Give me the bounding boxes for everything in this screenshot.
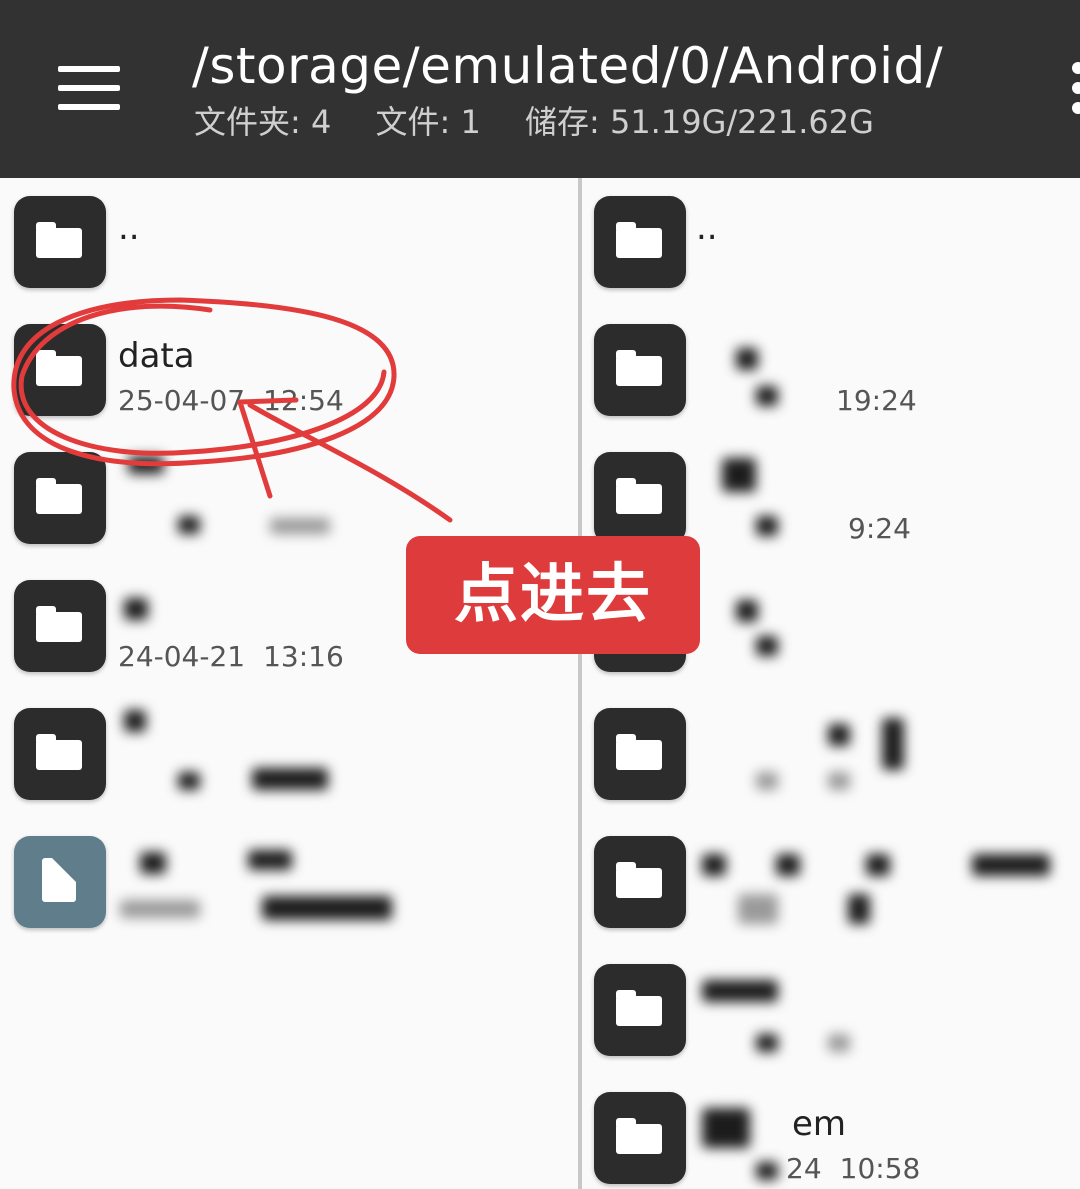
redacted-text <box>128 456 164 474</box>
file-count: 文件: 1 <box>375 103 481 141</box>
folder-icon <box>14 324 106 416</box>
item-time: 9:24 <box>848 512 911 545</box>
redacted-text <box>124 598 148 620</box>
left-file-pane[interactable]: .. data 25-04-07 12:54 24-04-21 13:16 <box>0 178 578 1189</box>
storage-usage: 储存: 51.19G/221.62G <box>525 103 874 141</box>
path-stats: 文件夹: 4 文件: 1 储存: 51.19G/221.62G <box>194 100 908 144</box>
list-item-parent-dir[interactable]: .. <box>582 178 1080 306</box>
redacted-text <box>722 458 756 492</box>
item-name: data <box>118 336 195 376</box>
list-item[interactable] <box>0 690 578 818</box>
folder-icon <box>14 708 106 800</box>
redacted-text <box>702 980 778 1002</box>
redacted-text <box>738 894 778 924</box>
right-file-pane[interactable]: .. 19:24 9:24 em 24 10:58 <box>582 178 1080 1189</box>
folder-icon <box>594 1092 686 1184</box>
folder-icon <box>594 836 686 928</box>
folder-count: 文件夹: 4 <box>194 103 332 141</box>
file-icon <box>14 836 106 928</box>
item-name: .. <box>696 208 718 248</box>
redacted-text <box>702 854 726 876</box>
folder-icon <box>594 708 686 800</box>
redacted-text <box>124 710 146 732</box>
item-name: em <box>792 1104 847 1144</box>
redacted-text <box>866 854 890 876</box>
redacted-text <box>776 854 800 876</box>
item-name: .. <box>118 208 140 248</box>
redacted-text <box>178 516 200 534</box>
list-item[interactable] <box>582 690 1080 818</box>
redacted-text <box>252 768 328 790</box>
folder-icon <box>14 580 106 672</box>
list-item-parent-dir[interactable]: .. <box>0 178 578 306</box>
list-item-data[interactable]: data 25-04-07 12:54 <box>0 306 578 434</box>
redacted-text <box>848 894 870 924</box>
redacted-text <box>756 386 778 406</box>
folder-icon <box>594 452 686 544</box>
redacted-text <box>140 852 166 874</box>
item-time: 19:24 <box>836 384 917 417</box>
redacted-text <box>120 900 200 918</box>
annotation-callout: 点进去 <box>406 536 700 654</box>
list-item[interactable]: 19:24 <box>582 306 1080 434</box>
folder-icon <box>594 964 686 1056</box>
folder-icon <box>594 324 686 416</box>
redacted-text <box>270 518 330 534</box>
redacted-text <box>828 724 850 746</box>
list-item[interactable] <box>582 946 1080 1074</box>
redacted-text <box>756 516 778 536</box>
list-item[interactable]: em 24 10:58 <box>582 1074 1080 1189</box>
redacted-text <box>972 854 1050 876</box>
redacted-text <box>828 772 850 790</box>
redacted-text <box>736 600 758 622</box>
item-date: 25-04-07 12:54 <box>118 384 344 417</box>
folder-icon <box>14 196 106 288</box>
folder-icon <box>594 196 686 288</box>
folder-icon <box>14 452 106 544</box>
redacted-text <box>756 1162 778 1180</box>
redacted-text <box>756 1034 778 1052</box>
redacted-text <box>178 772 200 790</box>
redacted-text <box>756 636 778 656</box>
redacted-text <box>828 1034 850 1052</box>
redacted-text <box>262 896 392 920</box>
overflow-menu-icon[interactable] <box>1068 62 1080 122</box>
app-header: /storage/emulated/0/Android/ 文件夹: 4 文件: … <box>0 0 1080 178</box>
list-item-file[interactable] <box>0 818 578 946</box>
hamburger-menu-icon[interactable] <box>58 66 120 110</box>
redacted-text <box>702 1108 750 1148</box>
redacted-text <box>756 772 778 790</box>
redacted-text <box>736 348 758 370</box>
list-item[interactable] <box>582 818 1080 946</box>
item-date: 24 10:58 <box>786 1152 921 1185</box>
redacted-text <box>882 718 904 770</box>
redacted-text <box>248 850 292 870</box>
item-date: 24-04-21 13:16 <box>118 640 344 673</box>
current-path: /storage/emulated/0/Android/ <box>192 37 944 95</box>
